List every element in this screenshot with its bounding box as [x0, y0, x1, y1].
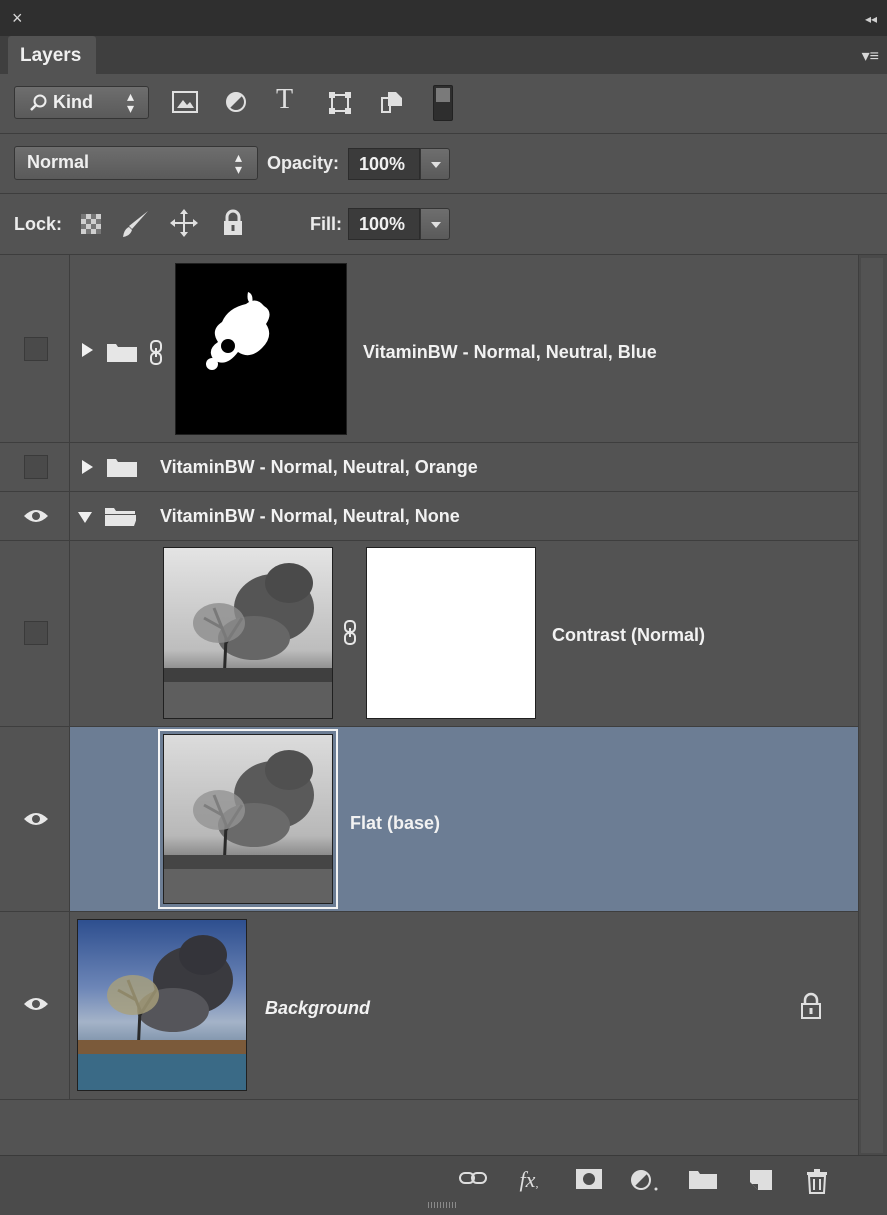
eye-icon[interactable]: [22, 508, 50, 524]
layer-thumbnail[interactable]: [77, 919, 247, 1091]
collapse-triangle-icon[interactable]: [78, 512, 92, 523]
visibility-cell: [0, 255, 70, 442]
visibility-cell: [0, 541, 70, 726]
folder-icon: [107, 344, 137, 362]
lock-icon: [801, 992, 821, 1019]
layer-row[interactable]: Background: [0, 912, 858, 1100]
lock-move-icon[interactable]: [170, 209, 198, 242]
opacity-input[interactable]: 100%: [348, 148, 420, 180]
trash-icon[interactable]: [802, 1168, 832, 1194]
layer-name: Flat (base): [350, 813, 441, 833]
mask-link-icon[interactable]: [148, 339, 164, 367]
link-icon[interactable]: [458, 1168, 488, 1192]
divider: [0, 193, 887, 194]
divider: [0, 133, 887, 134]
layer-name: Contrast (Normal): [552, 625, 706, 645]
tab-bar: [0, 36, 887, 74]
visibility-cell: [0, 912, 70, 1099]
search-icon: [30, 94, 47, 111]
type-filter-icon[interactable]: T: [276, 86, 293, 114]
layer-thumbnail[interactable]: [163, 734, 333, 904]
lock-label: Lock:: [14, 214, 63, 234]
layer-thumbnail[interactable]: [163, 547, 333, 719]
adjustment-filter-icon[interactable]: [225, 91, 247, 118]
panel-title-strip: × ◂◂: [0, 0, 887, 36]
layer-row-selected[interactable]: Flat (base): [0, 727, 858, 912]
updown-icon: ▴ ▾: [127, 88, 135, 116]
expand-triangle-icon[interactable]: [82, 343, 93, 357]
fill-dropdown-button[interactable]: [420, 208, 450, 240]
tab-layers[interactable]: Layers: [8, 36, 96, 74]
layer-row[interactable]: VitaminBW - Normal, Neutral, Orange: [0, 443, 858, 492]
updown-icon: ▴ ▾: [235, 149, 243, 177]
filter-kind-select[interactable]: Kind ▴ ▾: [14, 86, 149, 119]
visibility-cell: [0, 727, 70, 911]
eye-icon[interactable]: [22, 996, 50, 1012]
layer-name: VitaminBW - Normal, Neutral, Blue: [363, 342, 657, 362]
lock-all-icon[interactable]: [222, 209, 244, 242]
mask-thumbnail[interactable]: [175, 263, 347, 435]
opacity-label: Opacity:: [267, 153, 340, 173]
visibility-toggle[interactable]: [24, 455, 48, 479]
folder-icon: [107, 459, 137, 477]
adjustment-icon[interactable]: [630, 1168, 660, 1192]
layer-row[interactable]: VitaminBW - Normal, Neutral, Blue: [0, 255, 858, 443]
layer-list: VitaminBW - Normal, Neutral, Blue Vitami…: [0, 255, 858, 1110]
visibility-toggle[interactable]: [24, 621, 48, 645]
fill-label: Fill:: [310, 214, 342, 234]
collapse-icon[interactable]: ◂◂: [865, 12, 877, 26]
visibility-toggle[interactable]: [24, 337, 48, 361]
panel-menu-icon[interactable]: ▾≡: [862, 46, 879, 66]
blend-mode-value: Normal: [27, 152, 90, 172]
smartobject-filter-icon[interactable]: [380, 90, 404, 119]
layer-name: VitaminBW - Normal, Neutral, None: [160, 506, 460, 526]
pixel-filter-icon[interactable]: [172, 91, 198, 118]
tab-label: Layers: [20, 45, 82, 66]
fill-input[interactable]: 100%: [348, 208, 420, 240]
folder-icon[interactable]: [688, 1168, 718, 1192]
new-layer-icon[interactable]: [746, 1168, 776, 1192]
lock-transparent-icon[interactable]: [80, 213, 102, 240]
layer-name: VitaminBW - Normal, Neutral, Orange: [160, 457, 478, 477]
shape-filter-icon[interactable]: [328, 91, 352, 120]
mask-icon[interactable]: [574, 1168, 604, 1192]
mask-thumbnail[interactable]: [366, 547, 536, 719]
blend-mode-select[interactable]: Normal ▴ ▾: [14, 146, 258, 180]
filter-kind-label: Kind: [53, 92, 93, 112]
opacity-dropdown-button[interactable]: [420, 148, 450, 180]
visibility-cell: [0, 443, 70, 491]
expand-triangle-icon[interactable]: [82, 460, 93, 474]
layer-row[interactable]: VitaminBW - Normal, Neutral, None: [0, 492, 858, 541]
visibility-cell: [0, 492, 70, 540]
open-folder-icon: [105, 508, 136, 526]
eye-icon[interactable]: [22, 811, 50, 827]
mask-link-icon[interactable]: [342, 619, 358, 647]
layer-row[interactable]: Contrast (Normal): [0, 541, 858, 727]
close-icon[interactable]: ×: [12, 9, 23, 27]
resize-grip[interactable]: [428, 1202, 458, 1208]
lock-brush-icon[interactable]: [120, 209, 150, 244]
fx-icon[interactable]: fx,: [514, 1168, 544, 1192]
layer-name: Background: [265, 998, 371, 1018]
scrollbar-thumb[interactable]: [861, 258, 883, 1153]
filter-toggle-switch[interactable]: [433, 85, 453, 121]
